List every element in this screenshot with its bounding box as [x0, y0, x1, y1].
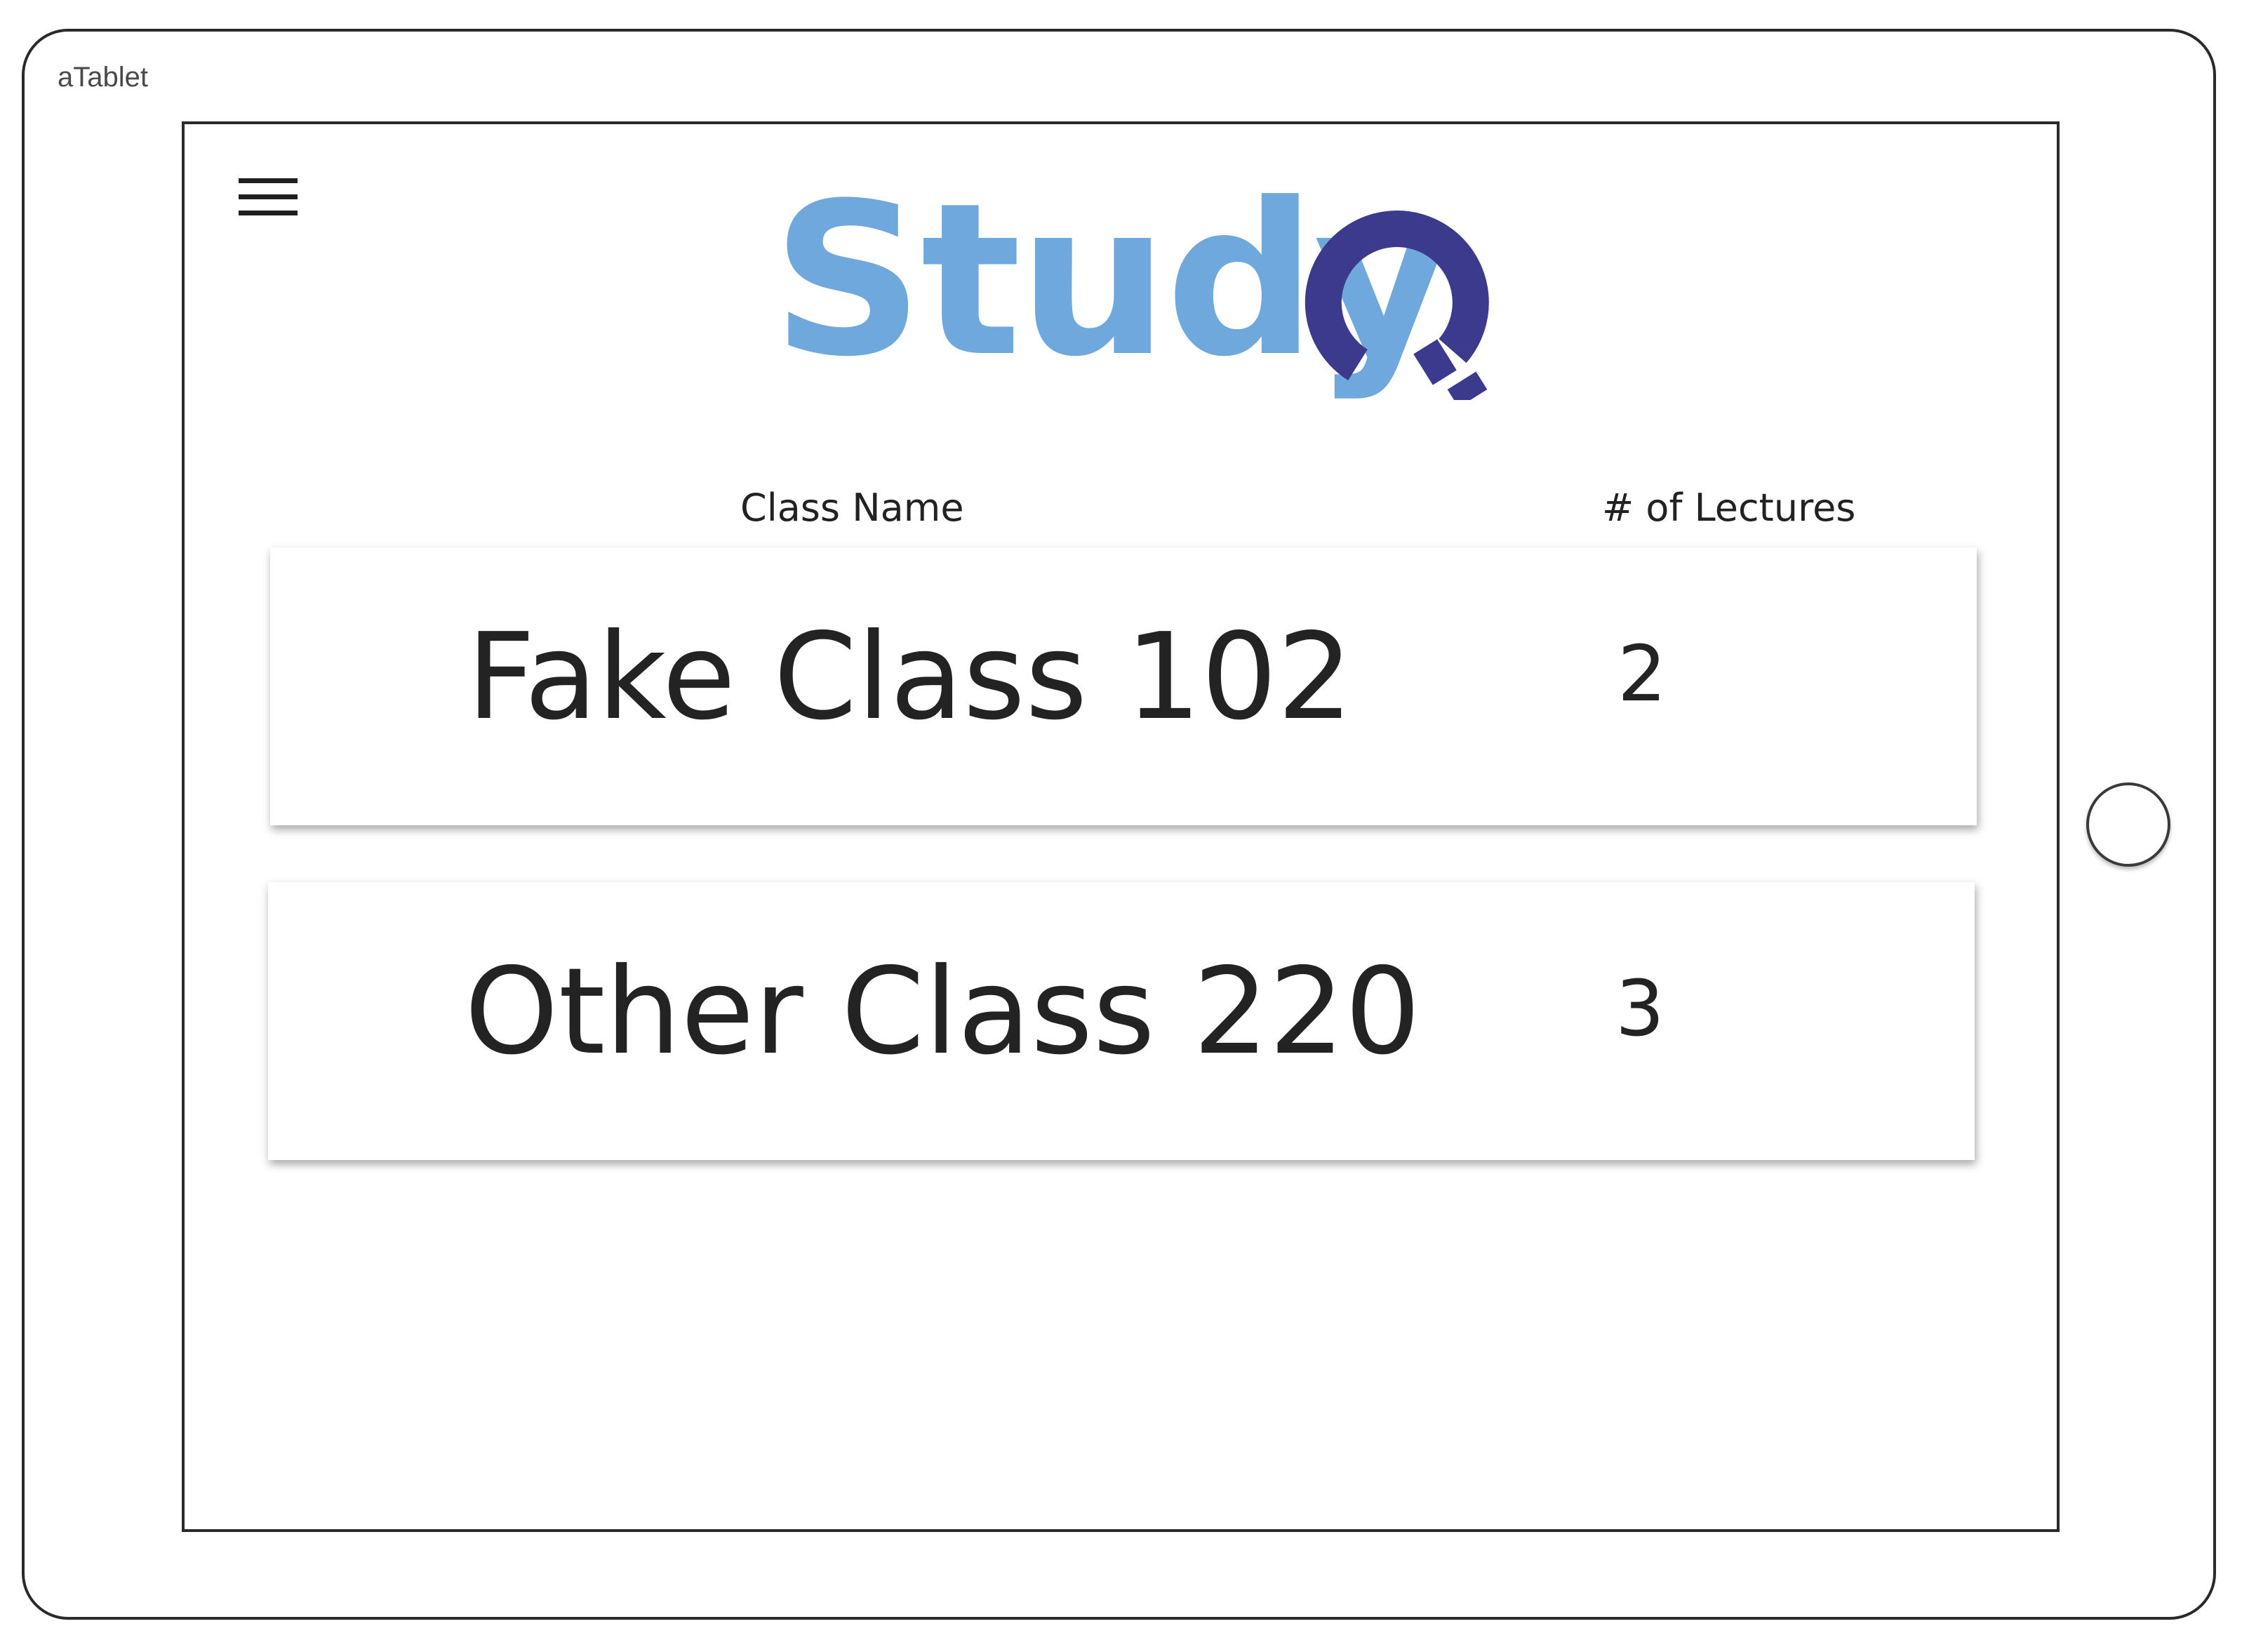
class-name: Other Class 220 [465, 942, 1421, 1081]
magnifier-q-icon [1305, 211, 1489, 400]
menu-line-icon [239, 211, 298, 215]
column-header-lectures: # of Lectures [1602, 486, 1856, 530]
class-name: Fake Class 102 [467, 608, 1354, 747]
lecture-count: 3 [1615, 964, 1664, 1053]
menu-line-icon [239, 194, 298, 199]
class-row[interactable]: Other Class 220 3 [268, 882, 1975, 1160]
device-label: aTablet [58, 62, 148, 93]
class-row[interactable]: Fake Class 102 2 [270, 547, 1977, 825]
home-button[interactable] [2086, 782, 2170, 867]
menu-line-icon [239, 178, 298, 183]
column-header-class-name: Class Name [740, 486, 964, 530]
hamburger-menu-icon[interactable] [239, 178, 298, 218]
lecture-count: 2 [1617, 629, 1667, 719]
app-logo: Study [772, 175, 1489, 400]
